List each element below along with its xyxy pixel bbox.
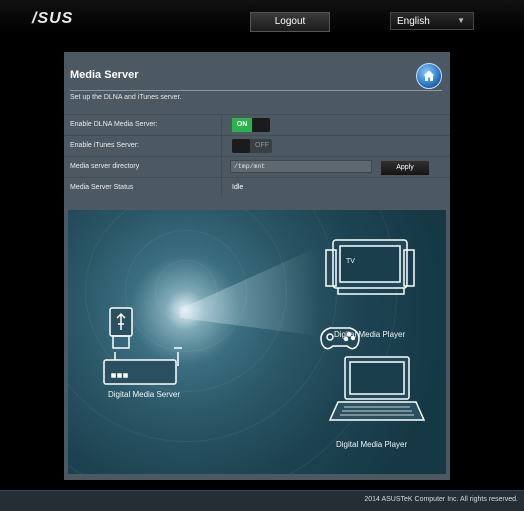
itunes-toggle[interactable]: OFF	[232, 139, 272, 153]
language-value: English	[397, 16, 430, 27]
setting-row-status: Media Server Status Idle	[64, 177, 450, 198]
toggle-knob	[253, 118, 270, 132]
media-directory-input[interactable]: /tmp/mnt	[230, 160, 372, 173]
toggle-off-label: OFF	[255, 142, 269, 149]
toggle-knob	[232, 139, 250, 153]
server-label: Digital Media Server	[108, 390, 181, 399]
setting-row-directory: Media server directory /tmp/mnt Apply	[64, 156, 450, 177]
settings-table: Enable DLNA Media Server: ON Enable iTun…	[64, 114, 450, 198]
panel-description: Set up the DLNA and iTunes server.	[70, 94, 182, 101]
dropdown-arrow-icon: ▼	[457, 16, 465, 25]
toggle-on-label: ON	[232, 118, 252, 132]
footer: 2014 ASUSTeK Computer Inc. All rights re…	[0, 490, 524, 511]
dlna-toggle[interactable]: ON	[232, 118, 270, 132]
player-label-tv: Digital Media Player	[334, 330, 406, 339]
title-divider	[70, 90, 442, 91]
player-label-laptop: Digital Media Player	[336, 440, 408, 449]
home-glyph-icon	[423, 70, 435, 81]
page-title: Media Server	[70, 69, 139, 81]
asus-logo: /SUS	[32, 10, 74, 27]
dlna-illustration: TV Digital Media Server Digital Media Pl…	[68, 210, 446, 474]
language-select[interactable]: English ▼	[390, 12, 474, 30]
top-bar: /SUS Logout English ▼	[0, 0, 524, 35]
copyright-text: 2014 ASUSTeK Computer Inc. All rights re…	[364, 496, 518, 503]
tv-icon	[325, 239, 415, 295]
logout-button[interactable]: Logout	[250, 12, 330, 32]
device-drawings	[103, 239, 426, 421]
setting-label: Enable iTunes Server:	[64, 136, 222, 156]
setting-label: Media server directory	[64, 157, 222, 177]
laptop-icon	[328, 356, 426, 421]
media-server-icon	[103, 347, 182, 385]
home-icon[interactable]	[416, 63, 442, 89]
setting-row-dlna: Enable DLNA Media Server: ON	[64, 114, 450, 135]
setting-row-itunes: Enable iTunes Server: OFF	[64, 135, 450, 156]
apply-button[interactable]: Apply	[380, 160, 430, 176]
usb-drive-icon	[109, 307, 133, 349]
setting-label: Enable DLNA Media Server:	[64, 115, 222, 135]
server-status-value: Idle	[232, 184, 244, 191]
setting-label: Media Server Status	[64, 178, 222, 198]
media-server-panel: Media Server Set up the DLNA and iTunes …	[64, 52, 450, 480]
tv-label: TV	[346, 258, 355, 265]
